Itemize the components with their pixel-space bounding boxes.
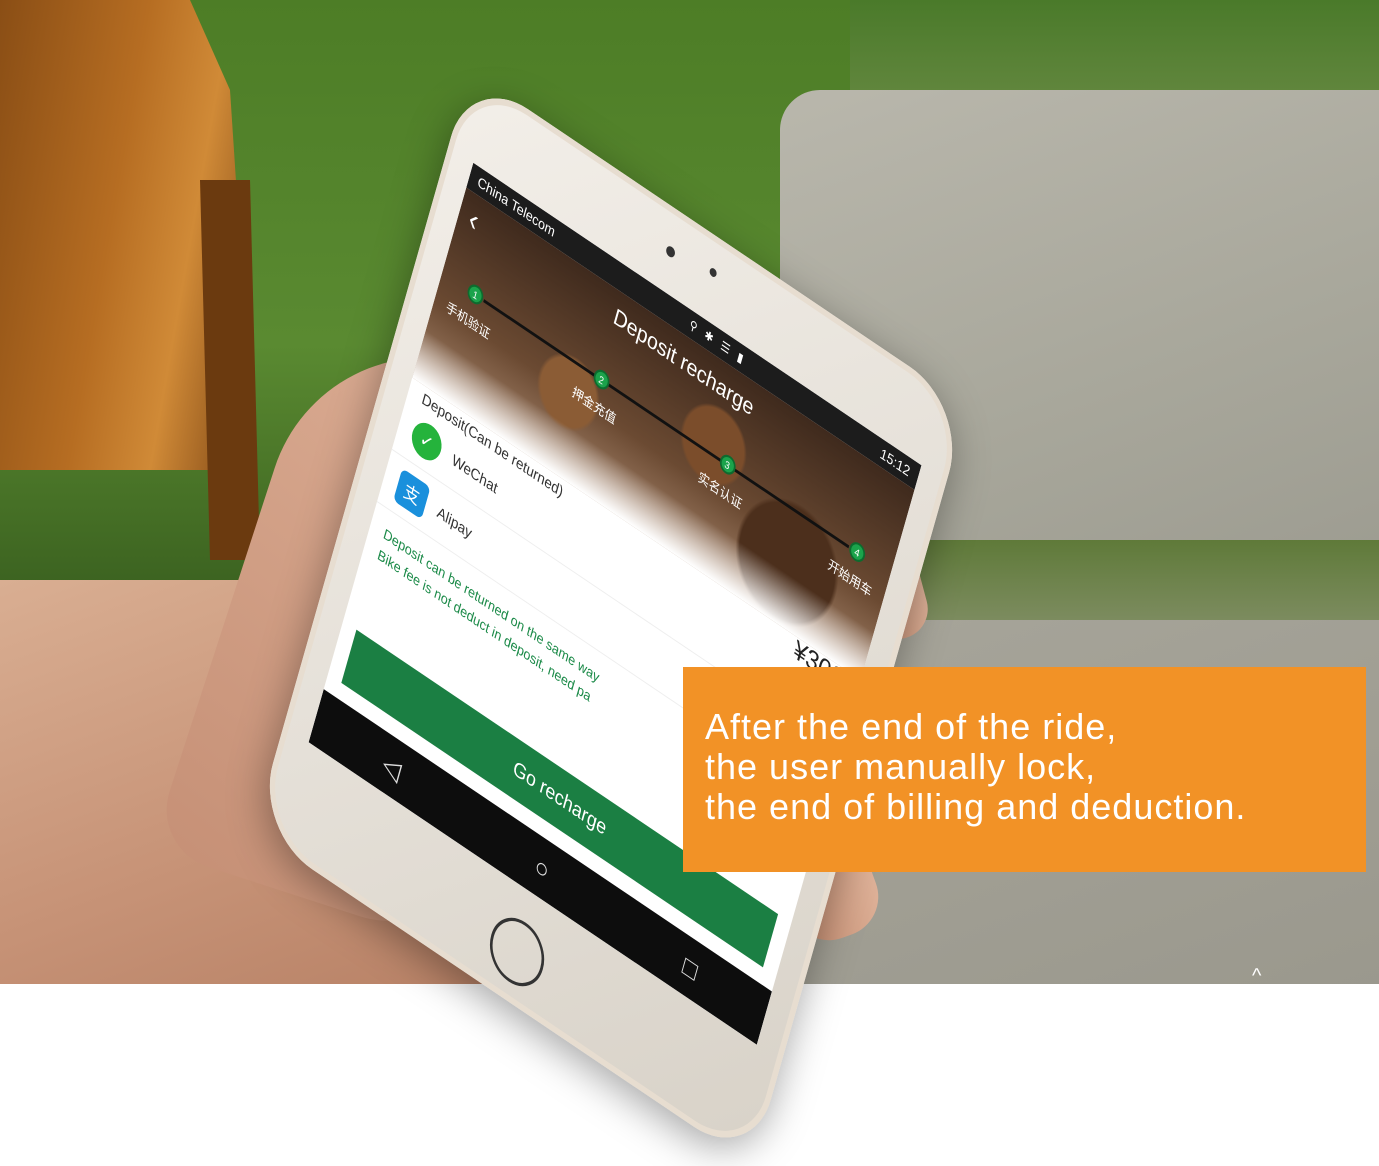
- recents-nav-icon[interactable]: □: [680, 949, 701, 987]
- home-nav-icon[interactable]: ○: [531, 849, 553, 887]
- corner-arrow-icon: ^: [1252, 965, 1262, 987]
- alipay-icon: 支: [393, 468, 431, 520]
- caption-line: After the end of the ride,: [705, 706, 1118, 747]
- wechat-icon: ✓: [408, 415, 446, 468]
- back-nav-icon[interactable]: ◁: [380, 747, 405, 788]
- caption-line: the user manually lock,: [705, 746, 1097, 787]
- step-label: 开始用车: [826, 556, 874, 600]
- step-dot: 1: [465, 280, 486, 309]
- caption-line: the end of billing and deduction.: [705, 786, 1247, 827]
- step-dot: 3: [717, 450, 738, 479]
- payment-name: WeChat: [450, 450, 500, 498]
- payment-name: Alipay: [435, 503, 474, 543]
- step-dot: 2: [591, 365, 612, 394]
- step-2: 2 押金充值: [546, 340, 649, 444]
- step-label: 押金充值: [570, 383, 618, 428]
- step-3: 3 实名认证: [672, 425, 775, 529]
- caption-box: After the end of the ride, the user manu…: [683, 667, 1366, 872]
- step-dot: 4: [847, 538, 868, 566]
- step-label: 手机验证: [444, 298, 492, 343]
- step-label: 实名认证: [696, 468, 744, 513]
